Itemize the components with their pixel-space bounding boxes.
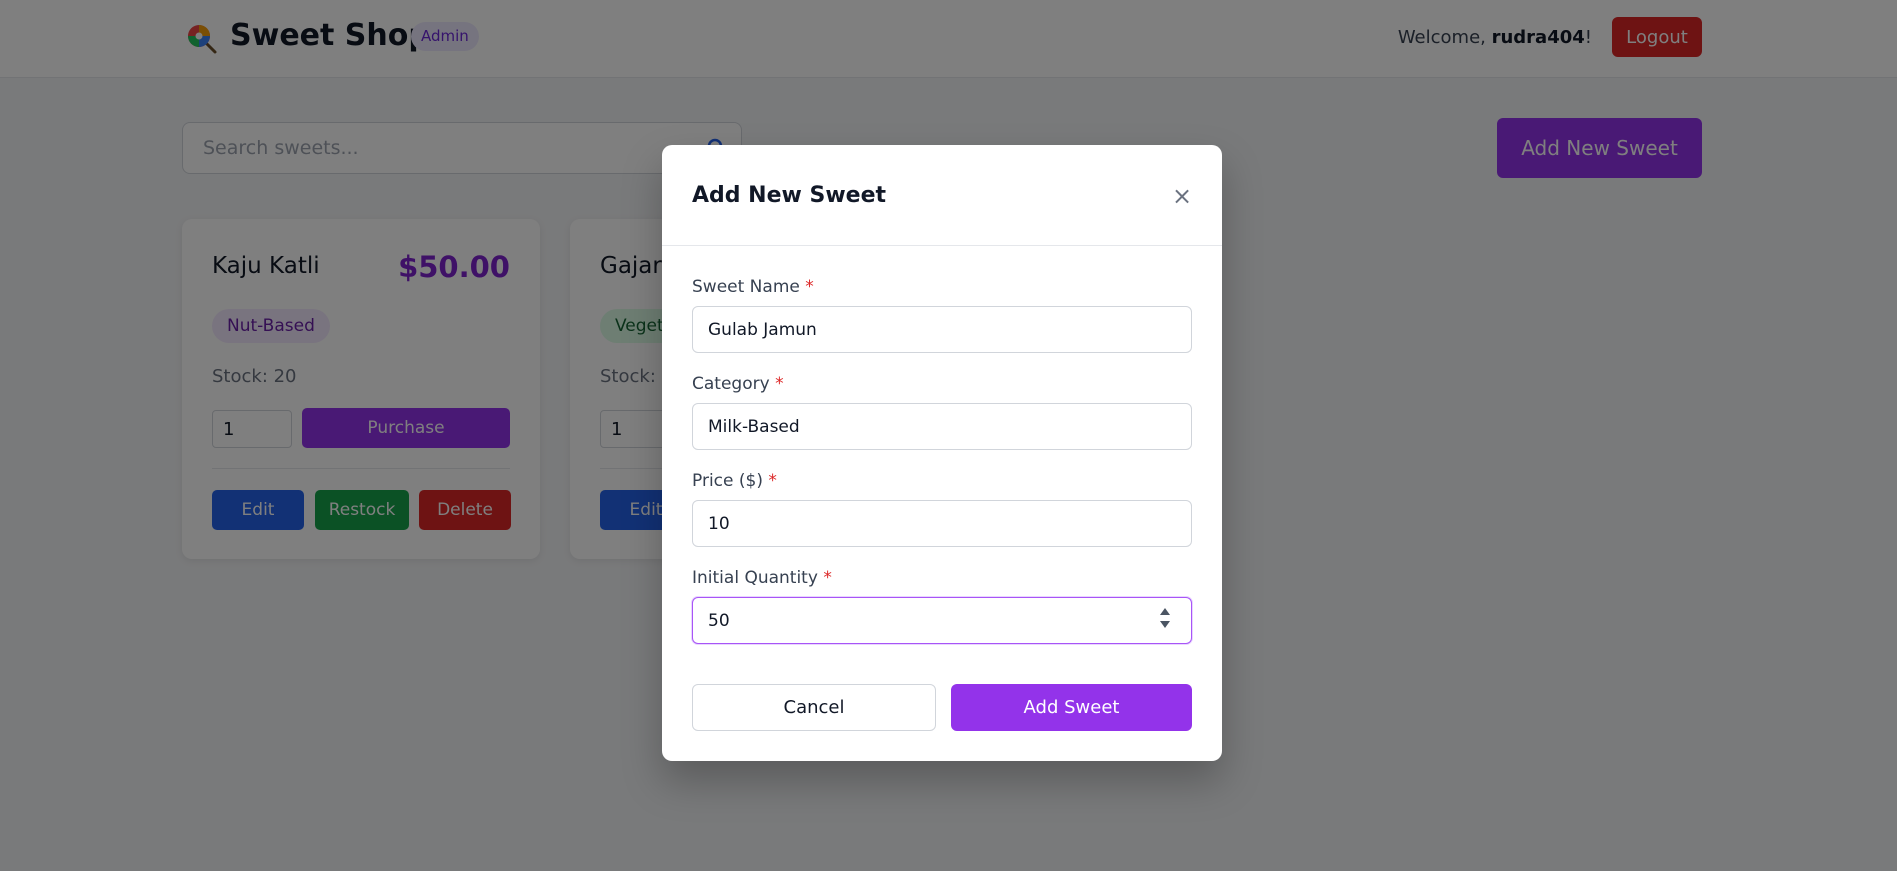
category-label: Category * [692, 374, 784, 394]
cancel-button[interactable]: Cancel [692, 684, 936, 731]
price-label: Price ($) * [692, 471, 777, 491]
modal-title: Add New Sweet [692, 183, 887, 208]
label-text: Initial Quantity [692, 568, 818, 588]
initial-quantity-label: Initial Quantity * [692, 568, 832, 588]
add-sweet-modal: Add New Sweet × Sweet Name * Category * … [662, 145, 1222, 761]
required-marker: * [775, 374, 784, 394]
label-text: Price ($) [692, 471, 763, 491]
required-marker: * [805, 277, 814, 297]
sweet-name-input[interactable] [692, 306, 1192, 353]
required-marker: * [823, 568, 832, 588]
price-input[interactable] [692, 500, 1192, 547]
close-icon[interactable]: × [1167, 181, 1197, 211]
required-marker: * [768, 471, 777, 491]
sweet-name-label: Sweet Name * [692, 277, 814, 297]
category-input[interactable] [692, 403, 1192, 450]
label-text: Sweet Name [692, 277, 800, 297]
modal-divider [662, 245, 1222, 246]
initial-quantity-input[interactable] [692, 597, 1192, 644]
label-text: Category [692, 374, 770, 394]
add-sweet-button[interactable]: Add Sweet [951, 684, 1192, 731]
spinner-icon[interactable] [1157, 605, 1173, 631]
